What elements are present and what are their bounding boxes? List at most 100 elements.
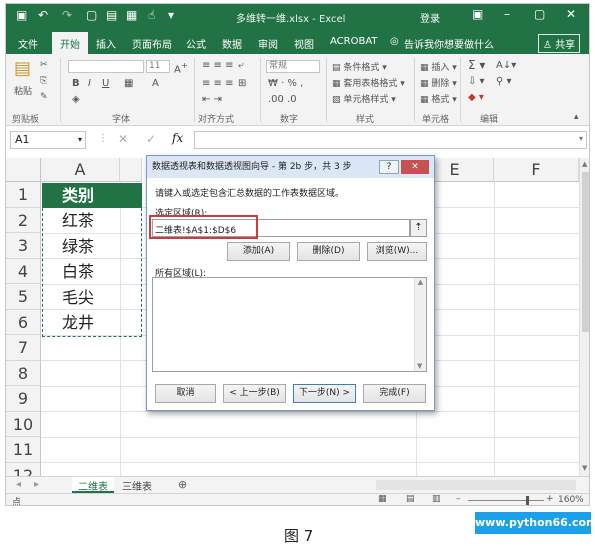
list-scrollbar[interactable]: ▲ ▼ [414, 278, 426, 371]
customize-icon[interactable]: ▾ [168, 8, 174, 22]
zoom-in-icon[interactable]: + [546, 494, 554, 504]
cut-icon[interactable]: ✂ [40, 60, 48, 70]
minimize-icon[interactable]: – [504, 7, 510, 21]
tell-me-search[interactable]: 告诉我你想要做什么 [404, 36, 494, 51]
redo-icon[interactable]: ↷ [62, 8, 72, 22]
row-header[interactable]: 2 [6, 207, 41, 233]
row-header[interactable]: 11 [6, 437, 41, 463]
clear-icon[interactable]: ◆ ▾ [468, 92, 484, 103]
border-icon[interactable]: ▦ [124, 78, 133, 89]
tab-home[interactable]: 开始 [52, 32, 88, 54]
tab-view[interactable]: 视图 [294, 36, 314, 51]
select-all-corner[interactable] [6, 158, 41, 182]
cell-styles-button[interactable]: ▧ 单元格样式 ▾ [332, 92, 396, 105]
tab-review[interactable]: 审阅 [258, 36, 278, 51]
italic-icon[interactable]: I [88, 78, 91, 89]
zoom-level[interactable]: 160% [558, 495, 584, 505]
vertical-scrollbar[interactable]: ▲ ▼ [579, 158, 589, 476]
browse-button[interactable]: 浏览(W)... [367, 242, 427, 261]
add-button[interactable]: 添加(A) [227, 242, 290, 261]
row-header[interactable]: 4 [6, 258, 41, 284]
share-button[interactable]: ♙ 共享 [538, 34, 581, 53]
indent-icon[interactable]: ⇤ ⇥ [202, 94, 222, 105]
horizontal-scrollbar[interactable] [376, 480, 576, 490]
ribbon-display-icon[interactable]: ▣ [472, 7, 483, 21]
decimal-icon[interactable]: .00 .0 [268, 94, 297, 105]
find-select-icon[interactable]: ⚲ ▾ [496, 76, 512, 87]
restore-icon[interactable]: ▢ [534, 7, 545, 21]
insert-function-icon[interactable]: fx [172, 131, 183, 145]
page-layout-view-icon[interactable]: ▤ [406, 494, 415, 504]
help-button[interactable]: ? [379, 160, 399, 174]
normal-view-icon[interactable]: ▦ [378, 494, 387, 504]
paste-button[interactable]: 粘贴 [14, 84, 32, 97]
sheet-tab-3d[interactable]: 三维表 [116, 477, 158, 493]
save-icon[interactable]: ▣ [16, 8, 27, 22]
tab-acrobat[interactable]: ACROBAT [330, 36, 378, 47]
wrap-text-icon[interactable]: ⤶ [238, 60, 244, 71]
expand-formula-icon[interactable]: ▾ [579, 134, 583, 143]
touch-mode-icon[interactable]: ☝ [148, 8, 155, 22]
tab-insert[interactable]: 插入 [96, 36, 116, 51]
autosum-icon[interactable]: Σ ▾ [468, 58, 485, 72]
fill-color-icon[interactable]: ◈ [72, 94, 80, 105]
font-color-icon[interactable]: A [152, 78, 159, 89]
column-header-f[interactable]: F [494, 158, 579, 182]
row-header[interactable]: 6 [6, 309, 41, 335]
name-box[interactable]: A1 ▾ [10, 131, 86, 149]
chevron-down-icon[interactable]: ▾ [78, 135, 82, 144]
next-button[interactable]: 下一步(N) > [293, 384, 356, 403]
zoom-slider[interactable] [468, 500, 544, 501]
row-header[interactable]: 8 [6, 360, 41, 386]
scroll-down-icon[interactable]: ▼ [417, 362, 422, 370]
insert-cells-button[interactable]: ▦ 插入 ▾ [420, 60, 457, 73]
tab-formulas[interactable]: 公式 [186, 36, 206, 51]
paste-icon[interactable]: ▤ [14, 58, 31, 79]
grow-font-icon[interactable]: A+ [174, 60, 188, 75]
delete-cells-button[interactable]: ▦ 删除 ▾ [420, 76, 457, 89]
prev-sheet-icon[interactable]: ◂ [16, 479, 21, 490]
scroll-up-icon[interactable]: ▲ [418, 278, 423, 286]
row-header[interactable]: 12 [6, 462, 41, 476]
format-painter-icon[interactable]: ✎ [40, 92, 48, 102]
scroll-down-icon[interactable]: ▼ [582, 464, 587, 472]
dialog-close-button[interactable]: ✕ [401, 160, 429, 174]
underline-icon[interactable]: U [102, 78, 109, 89]
tab-page-layout[interactable]: 页面布局 [132, 36, 172, 51]
format-cells-button[interactable]: ▦ 格式 ▾ [420, 92, 457, 105]
scroll-thumb[interactable] [582, 172, 589, 332]
undo-icon[interactable]: ↶ [38, 8, 48, 22]
cancel-entry-icon[interactable]: ✕ [118, 132, 128, 146]
align-top-icon[interactable]: ≡ ≡ ≡ [202, 60, 234, 71]
tab-file[interactable]: 文件 [18, 36, 38, 51]
merge-icon[interactable]: ⊞ [238, 78, 246, 89]
close-icon[interactable]: ✕ [566, 7, 576, 21]
confirm-entry-icon[interactable]: ✓ [146, 132, 156, 146]
fill-icon[interactable]: ⇩ ▾ [468, 76, 485, 87]
tab-data[interactable]: 数据 [222, 36, 242, 51]
new-icon[interactable]: ▢ [86, 8, 97, 22]
scroll-up-icon[interactable]: ▲ [582, 160, 587, 168]
column-header-b[interactable] [120, 158, 142, 182]
add-sheet-icon[interactable]: ⊕ [178, 478, 187, 491]
format-as-table-button[interactable]: ▦ 套用表格格式 ▾ [332, 76, 405, 89]
zoom-out-icon[interactable]: – [456, 494, 461, 504]
row-header[interactable]: 5 [6, 284, 41, 310]
sheet-tab-2d[interactable]: 二维表 [72, 477, 114, 493]
conditional-format-button[interactable]: ▤ 条件格式 ▾ [332, 60, 387, 73]
zoom-slider-thumb[interactable] [526, 496, 529, 505]
font-name-box[interactable] [68, 60, 144, 73]
bold-icon[interactable]: B [72, 78, 80, 89]
sort-filter-icon[interactable]: A↓▾ [496, 60, 516, 71]
column-header-a[interactable]: A [41, 158, 120, 182]
cancel-button[interactable]: 取消 [155, 384, 216, 403]
number-format-box[interactable]: 常规 [266, 60, 320, 73]
currency-icon[interactable]: ₩ · % , [268, 78, 303, 89]
open-icon[interactable]: ▤ [106, 8, 117, 22]
row-header[interactable]: 10 [6, 411, 41, 437]
finish-button[interactable]: 完成(F) [363, 384, 426, 403]
next-sheet-icon[interactable]: ▸ [34, 479, 39, 490]
back-button[interactable]: < 上一步(B) [223, 384, 286, 403]
align-left-icon[interactable]: ≡ ≡ ≡ [202, 78, 234, 89]
row-header[interactable]: 9 [6, 386, 41, 412]
